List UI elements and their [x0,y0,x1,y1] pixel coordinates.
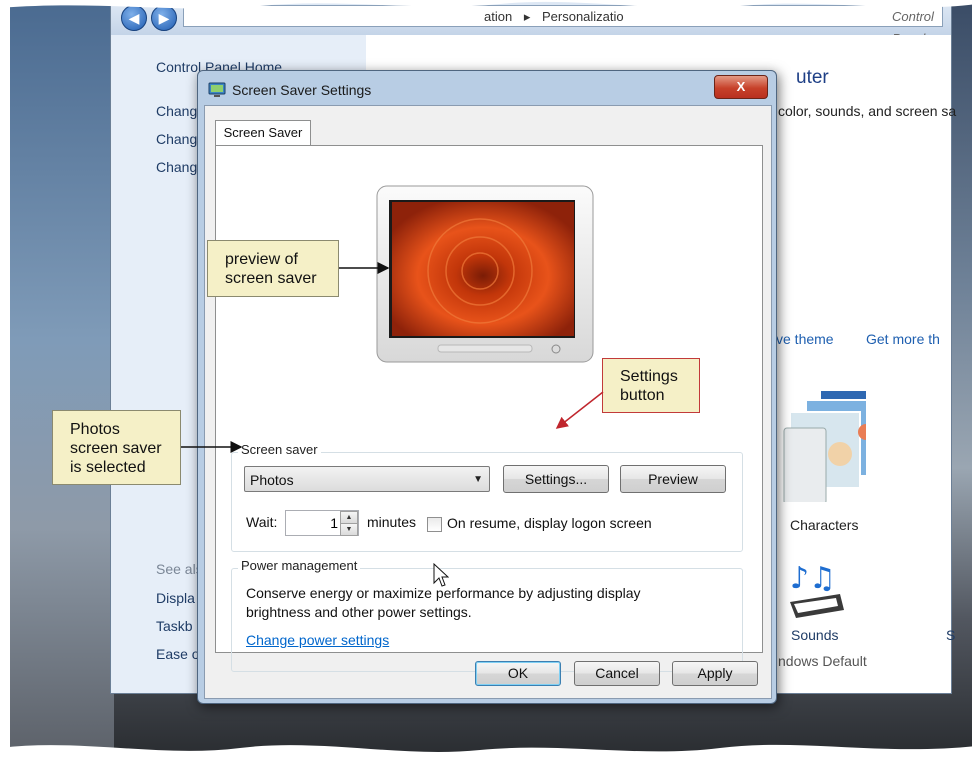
arrow-settings [555,391,604,429]
torn-edge-top [0,0,977,9]
screenshot-stage: ◀ ▶ ation ▸ Personalizatio Control Panel… [0,0,977,768]
callout-arrows [181,262,604,453]
torn-edge-bottom [0,744,977,768]
